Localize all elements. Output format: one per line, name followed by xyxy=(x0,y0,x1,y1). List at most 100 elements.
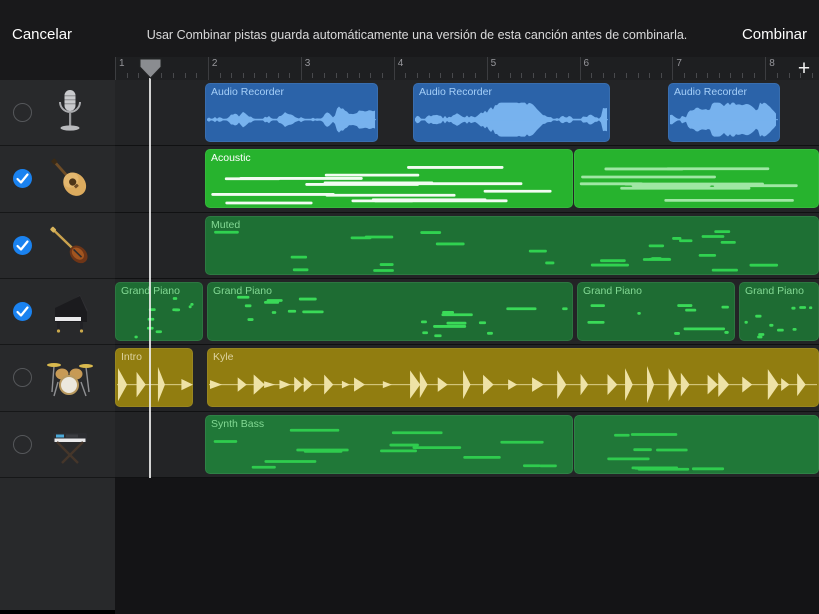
track-select-checkbox[interactable] xyxy=(13,368,32,387)
instrument-icon-box xyxy=(44,352,96,404)
bar-line xyxy=(208,57,209,80)
midi-notes xyxy=(207,282,573,341)
ruler-tick xyxy=(440,73,441,78)
track-select-checkbox[interactable] xyxy=(13,103,32,122)
bar-line xyxy=(487,57,488,80)
region-acoustic[interactable]: Acoustic xyxy=(205,149,573,208)
ruler-tick xyxy=(730,73,731,78)
track-lane-acoustic: Acoustic xyxy=(115,146,819,212)
instrument-icon-box xyxy=(44,286,96,338)
bar-line xyxy=(765,57,766,80)
track-header-grand-piano[interactable] xyxy=(0,279,115,345)
ruler-tick xyxy=(626,73,627,78)
bar-line xyxy=(394,57,395,80)
ruler-tick xyxy=(742,73,743,78)
track-header-audio-recorder[interactable] xyxy=(0,80,115,146)
tracks-timeline: Audio Recorder Audio Recorder Audio Record… xyxy=(115,80,819,614)
track-select-checkbox[interactable] xyxy=(13,169,32,188)
track-lane-audio-recorder: Audio Recorder Audio Recorder Audio Record… xyxy=(115,80,819,146)
midi-notes xyxy=(115,282,203,341)
ruler-tick xyxy=(545,73,546,78)
ruler-tick xyxy=(185,73,186,78)
ruler-tick xyxy=(754,73,755,78)
grand-piano-icon xyxy=(44,286,96,338)
region-grand-piano[interactable]: Grand Piano xyxy=(577,282,735,341)
acoustic-guitar-icon xyxy=(44,153,96,205)
track-lane-grand-piano: Grand PianoGrand PianoGrand PianoGrand P… xyxy=(115,279,819,345)
ruler-tick xyxy=(127,73,128,78)
ruler-tick xyxy=(405,73,406,78)
bar-number: 1 xyxy=(119,58,125,69)
check-icon xyxy=(13,236,32,255)
track-header-drums[interactable] xyxy=(0,345,115,411)
ruler-tick xyxy=(684,73,685,78)
ruler-tick xyxy=(254,73,255,78)
region-grand-piano[interactable]: Grand Piano xyxy=(115,282,203,341)
region-part[interactable] xyxy=(574,149,819,208)
ruler-tick xyxy=(789,73,790,78)
region-audio-recorder[interactable]: Audio Recorder xyxy=(413,83,610,142)
add-bars-button[interactable]: + xyxy=(793,59,815,79)
midi-notes xyxy=(205,415,573,474)
waveform xyxy=(668,83,780,142)
waveform xyxy=(207,348,819,407)
waveform xyxy=(115,348,193,407)
ruler-corner xyxy=(0,57,115,80)
ruler-tick xyxy=(603,73,604,78)
ruler-tick xyxy=(324,73,325,78)
ruler-tick xyxy=(719,73,720,78)
ruler-tick xyxy=(498,73,499,78)
microphone-icon xyxy=(44,87,96,139)
region-intro[interactable]: Intro xyxy=(115,348,193,407)
region-audio-recorder[interactable]: Audio Recorder xyxy=(668,83,780,142)
ruler-tick xyxy=(359,73,360,78)
region-kyle[interactable]: Kyle xyxy=(207,348,819,407)
ruler-tick xyxy=(521,73,522,78)
track-select-checkbox[interactable] xyxy=(13,236,32,255)
region-muted[interactable]: Muted xyxy=(205,216,819,275)
midi-notes xyxy=(574,415,819,474)
track-header-acoustic[interactable] xyxy=(0,146,115,212)
region-grand-piano[interactable]: Grand Piano xyxy=(739,282,819,341)
bar-number: 4 xyxy=(398,58,404,69)
ruler-tick xyxy=(649,73,650,78)
track-select-checkbox[interactable] xyxy=(13,435,32,454)
ruler-tick xyxy=(568,73,569,78)
ruler-tick xyxy=(556,73,557,78)
merge-button[interactable]: Combinar xyxy=(742,26,807,43)
ruler-tick xyxy=(475,73,476,78)
ruler-tick xyxy=(289,73,290,78)
playhead[interactable] xyxy=(139,58,162,84)
ruler-tick xyxy=(347,73,348,78)
midi-notes xyxy=(205,149,573,208)
waveform xyxy=(205,83,378,142)
playhead-icon xyxy=(139,58,162,79)
region-grand-piano[interactable]: Grand Piano xyxy=(207,282,573,341)
ruler-tick xyxy=(429,73,430,78)
track-lane-muted: Muted xyxy=(115,213,819,279)
merge-info-message: Usar Combinar pistas guarda automáticame… xyxy=(110,28,724,42)
bar-line xyxy=(301,57,302,80)
ruler-tick xyxy=(452,73,453,78)
ruler-tick xyxy=(336,73,337,78)
region-part[interactable] xyxy=(574,415,819,474)
track-select-checkbox[interactable] xyxy=(13,302,32,321)
ruler-tick xyxy=(661,73,662,78)
ruler-tick xyxy=(614,73,615,78)
ruler-tick xyxy=(278,73,279,78)
ruler-tick xyxy=(417,73,418,78)
region-synth-bass[interactable]: Synth Bass xyxy=(205,415,573,474)
track-header-synth-bass[interactable] xyxy=(0,412,115,478)
top-bar: Cancelar Usar Combinar pistas guarda aut… xyxy=(0,0,819,57)
bar-line xyxy=(580,57,581,80)
ruler-tick xyxy=(231,73,232,78)
ruler-tick xyxy=(696,73,697,78)
track-lane-drums: IntroKyle xyxy=(115,345,819,411)
keyboard-icon xyxy=(44,419,96,471)
ruler-tick xyxy=(533,73,534,78)
check-icon xyxy=(13,169,32,188)
timeline-ruler[interactable]: 12345678 xyxy=(115,57,819,80)
track-header-muted[interactable] xyxy=(0,213,115,279)
region-audio-recorder[interactable]: Audio Recorder xyxy=(205,83,378,142)
cancel-button[interactable]: Cancelar xyxy=(12,26,72,43)
